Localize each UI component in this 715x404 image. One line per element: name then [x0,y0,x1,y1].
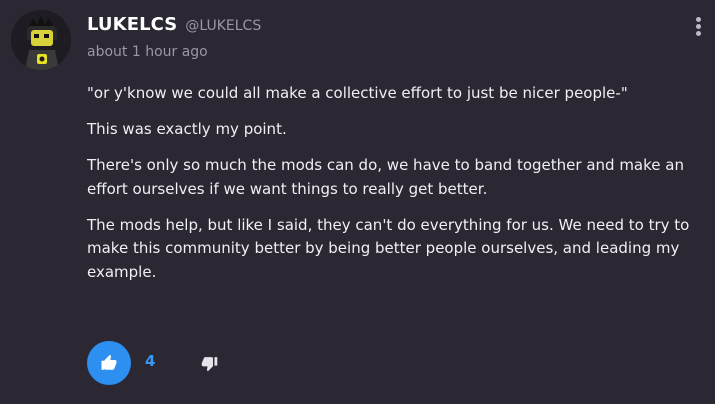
dislike-button[interactable] [196,350,222,376]
avatar[interactable] [11,10,71,70]
post-body: "or y'know we could all make a collectiv… [87,82,697,297]
post-timestamp: about 1 hour ago [87,44,208,60]
thumbs-up-icon [101,354,117,370]
user-header: LUKELCS @LUKELCS [87,14,261,35]
post-paragraph: This was exactly my point. [87,120,287,139]
post-paragraph: The mods help, but like I said, they can… [87,215,690,282]
author-username[interactable]: LUKELCS [87,14,177,35]
more-vertical-icon [692,17,704,36]
post-paragraph: "or y'know we could all make a collectiv… [87,84,628,102]
like-button[interactable] [87,341,131,385]
more-options-button[interactable] [692,17,704,41]
author-handle[interactable]: @LUKELCS [185,18,261,34]
thumbs-down-icon [201,356,217,371]
post-paragraph: There's only so much the mods can do, we… [87,156,684,198]
like-count: 4 [145,352,156,370]
comment-post: LUKELCS @LUKELCS about 1 hour ago "or y'… [0,0,715,404]
robot-avatar-icon [11,10,71,70]
